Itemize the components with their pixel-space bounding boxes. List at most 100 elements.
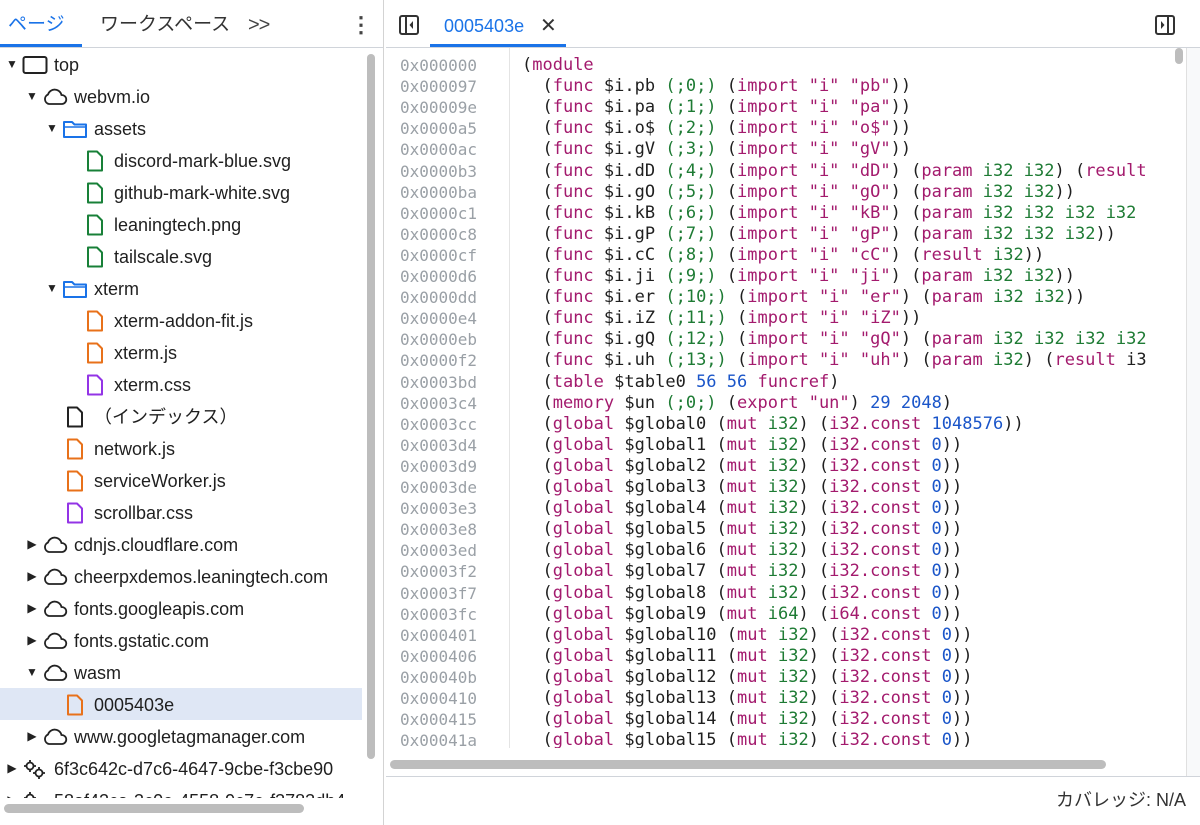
collapse-arrow-icon[interactable]: ▶ (26, 720, 38, 752)
code-line[interactable]: (func $i.dD (;4;) (import "i" "dD") (par… (522, 161, 1146, 182)
code-line[interactable]: (global $global6 (mut i32) (i32.const 0)… (522, 540, 962, 561)
scrollbar-thumb[interactable] (367, 54, 375, 759)
scrollbar-thumb[interactable] (1175, 48, 1183, 64)
collapse-arrow-icon[interactable]: ▶ (26, 560, 38, 592)
code-line[interactable]: (func $i.cC (;8;) (import "i" "cC") (res… (522, 245, 1044, 266)
tree-item[interactable]: xterm.js (0, 336, 362, 368)
file-icon (62, 470, 86, 492)
tree-horizontal-scrollbar[interactable] (0, 798, 383, 825)
code-editor[interactable]: 0x000000 0x000097 0x00009e 0x0000a5 0x0000ac… (386, 48, 1186, 748)
line-address: 0x0000c8 (400, 224, 478, 244)
tree-item[interactable]: ▶ fonts.googleapis.com (0, 592, 362, 624)
toggle-debugger-icon[interactable] (1154, 14, 1176, 36)
code-line[interactable]: (global $global13 (mut i32) (i32.const 0… (522, 688, 972, 709)
tree-item[interactable]: ▼ assets (0, 112, 362, 144)
expand-arrow-icon[interactable]: ▼ (26, 656, 38, 688)
scrollbar-thumb[interactable] (4, 804, 304, 813)
code-line[interactable]: (global $global11 (mut i32) (i32.const 0… (522, 646, 972, 667)
expand-arrow-icon[interactable]: ▼ (26, 80, 38, 112)
editor-vertical-scrollbar[interactable] (1172, 48, 1186, 748)
code-line[interactable]: (func $i.gO (;5;) (import "i" "gO") (par… (522, 182, 1074, 203)
tree-item[interactable]: ▼ wasm (0, 656, 362, 688)
code-line[interactable]: (func $i.ji (;9;) (import "i" "ji") (par… (522, 266, 1074, 287)
file-icon (82, 150, 106, 172)
expand-arrow-icon[interactable]: ▼ (6, 48, 18, 80)
tree-item[interactable]: ▶ fonts.gstatic.com (0, 624, 362, 656)
tree-item[interactable]: ▶ 6f3c642c-d7c6-4647-9cbe-f3cbe90 (0, 752, 362, 784)
tree-item[interactable]: （インデックス） (0, 400, 362, 432)
collapse-arrow-icon[interactable]: ▶ (6, 784, 18, 798)
tree-item[interactable]: ▼ xterm (0, 272, 362, 304)
tree-item[interactable]: leaningtech.png (0, 208, 362, 240)
tree-item[interactable]: github-mark-white.svg (0, 176, 362, 208)
tree-item-label: leaningtech.png (114, 215, 242, 235)
expand-arrow-icon[interactable]: ▼ (46, 112, 58, 144)
code-line[interactable]: (module (522, 55, 594, 76)
toggle-navigator-icon[interactable] (398, 14, 420, 36)
tree-item[interactable]: ▶ www.googletagmanager.com (0, 720, 362, 752)
tree-item[interactable]: 0005403e (0, 688, 362, 720)
cloud-icon (42, 86, 68, 108)
tree-item[interactable]: serviceWorker.js (0, 464, 362, 496)
code-line[interactable]: (global $global4 (mut i32) (i32.const 0)… (522, 498, 962, 519)
line-address: 0x000097 (400, 77, 478, 97)
tree-item[interactable]: tailscale.svg (0, 240, 362, 272)
line-address: 0x0000b3 (400, 161, 478, 181)
code-line[interactable]: (memory $un (;0;) (export "un") 29 2048) (522, 393, 952, 414)
tree-item-label: www.googletagmanager.com (74, 727, 306, 747)
code-line[interactable]: (global $global12 (mut i32) (i32.const 0… (522, 667, 972, 688)
cloud-icon (42, 630, 68, 652)
line-address: 0x0000e4 (400, 309, 478, 329)
tree-item[interactable]: xterm-addon-fit.js (0, 304, 362, 336)
active-tab-indicator (0, 44, 82, 47)
collapse-arrow-icon[interactable]: ▶ (6, 752, 18, 784)
code-line[interactable]: (func $i.kB (;6;) (import "i" "kB") (par… (522, 203, 1136, 224)
code-line[interactable]: (global $global3 (mut i32) (i32.const 0)… (522, 477, 962, 498)
code-line[interactable]: (global $global7 (mut i32) (i32.const 0)… (522, 561, 962, 582)
status-bar: カバレッジ: N/A (386, 776, 1200, 825)
more-tabs-button[interactable]: >> (248, 0, 270, 48)
tree-item[interactable]: ▶ 58af42ca-3c0e-4558-9c7e-f3783db4 (0, 784, 362, 798)
code-line[interactable]: (func $i.o$ (;2;) (import "i" "o$")) (522, 118, 911, 139)
tree-item[interactable]: xterm.css (0, 368, 362, 400)
code-line[interactable]: (global $global10 (mut i32) (i32.const 0… (522, 625, 972, 646)
tree-item[interactable]: ▼ top (0, 48, 362, 80)
code-line[interactable]: (global $global5 (mut i32) (i32.const 0)… (522, 519, 962, 540)
tree-item-label: （インデックス） (94, 407, 238, 427)
collapse-arrow-icon[interactable]: ▶ (26, 592, 38, 624)
tree-item[interactable]: ▶ cdnjs.cloudflare.com (0, 528, 362, 560)
expand-arrow-icon[interactable]: ▼ (46, 272, 58, 304)
code-line[interactable]: (func $i.pa (;1;) (import "i" "pa")) (522, 97, 911, 118)
tab-0005403e[interactable]: 0005403e ✕ (430, 0, 566, 48)
code-line[interactable]: (global $global8 (mut i32) (i32.const 0)… (522, 583, 962, 604)
code-line[interactable]: (func $i.gP (;7;) (import "i" "gP") (par… (522, 224, 1115, 245)
code-line[interactable]: (global $global0 (mut i32) (i32.const 10… (522, 414, 1023, 435)
code-line[interactable]: (func $i.iZ (;11;) (import "i" "iZ")) (522, 308, 921, 329)
code-line[interactable]: (func $i.pb (;0;) (import "i" "pb")) (522, 76, 911, 97)
editor-horizontal-scrollbar[interactable] (386, 752, 1186, 774)
code-line[interactable]: (func $i.uh (;13;) (import "i" "uh") (pa… (522, 350, 1146, 371)
tree-item[interactable]: network.js (0, 432, 362, 464)
code-line[interactable]: (global $global15 (mut i32) (i32.const 0… (522, 730, 972, 748)
collapse-arrow-icon[interactable]: ▶ (26, 624, 38, 656)
scrollbar-thumb[interactable] (390, 760, 1106, 769)
collapse-arrow-icon[interactable]: ▶ (26, 528, 38, 560)
code-line[interactable]: (func $i.gV (;3;) (import "i" "gV")) (522, 139, 911, 160)
code-line[interactable]: (global $global2 (mut i32) (i32.const 0)… (522, 456, 962, 477)
tree-vertical-scrollbar[interactable] (364, 54, 378, 759)
tree-item[interactable]: ▶ cheerpxdemos.leaningtech.com (0, 560, 362, 592)
code-line[interactable]: (global $global9 (mut i64) (i64.const 0)… (522, 604, 962, 625)
code-line[interactable]: (func $i.gQ (;12;) (import "i" "gQ") (pa… (522, 329, 1146, 350)
tree-item[interactable]: scrollbar.css (0, 496, 362, 528)
code-content[interactable]: (module (func $i.pb (;0;) (import "i" "p… (522, 48, 1172, 748)
tree-item[interactable]: discord-mark-blue.svg (0, 144, 362, 176)
code-line[interactable]: (table $table0 56 56 funcref) (522, 372, 839, 393)
code-line[interactable]: (global $global14 (mut i32) (i32.const 0… (522, 709, 972, 730)
tree-item[interactable]: ▼ webvm.io (0, 80, 362, 112)
code-line[interactable]: (global $global1 (mut i32) (i32.const 0)… (522, 435, 962, 456)
tab-pages[interactable]: ページ (8, 0, 78, 48)
tab-workspace[interactable]: ワークスペース (100, 0, 230, 48)
more-options-icon[interactable]: ⋮ (350, 0, 372, 48)
line-address: 0x0003e3 (400, 499, 478, 519)
code-line[interactable]: (func $i.er (;10;) (import "i" "er") (pa… (522, 287, 1085, 308)
